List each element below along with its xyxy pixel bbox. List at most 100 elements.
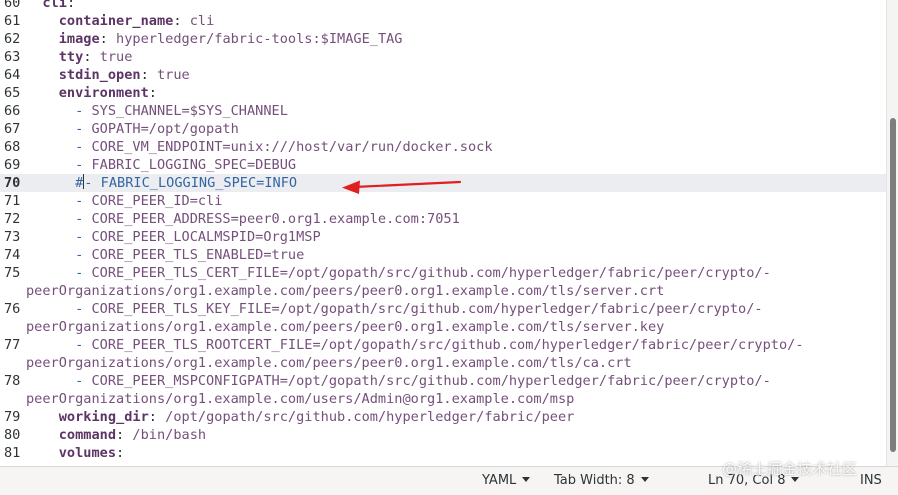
tab-width-label: Tab Width: 8	[554, 473, 635, 488]
code-line-65[interactable]: 65 environment:	[0, 84, 886, 102]
watermark: @稀土掘金技术社区	[722, 460, 858, 478]
line-content: - CORE_PEER_ID=cli	[26, 192, 222, 210]
code-line-78[interactable]: 78 - CORE_PEER_MSPCONFIGPATH=/opt/gopath…	[0, 372, 886, 390]
token-item: CORE_PEER_TLS_CERT_FILE=/opt/gopath/src/…	[91, 265, 771, 281]
token-val: /opt/gopath/src/github.com/hyperledger/f…	[165, 409, 575, 425]
token-key: command	[58, 427, 117, 443]
token-dash: -	[75, 139, 92, 155]
tab-width-selector[interactable]: Tab Width: 8	[554, 473, 649, 488]
token-dash: -	[75, 373, 92, 389]
code-line-67[interactable]: 67 - GOPATH=/opt/gopath	[0, 120, 886, 138]
line-content: peerOrganizations/org1.example.com/peers…	[26, 282, 664, 300]
code-line-66[interactable]: 66 - SYS_CHANNEL=$SYS_CHANNEL	[0, 102, 886, 120]
code-line-74[interactable]: 74 - CORE_PEER_TLS_ENABLED=true	[0, 246, 886, 264]
code-line-wrap[interactable]: peerOrganizations/org1.example.com/users…	[0, 390, 886, 408]
line-content: environment:	[26, 84, 157, 102]
code-line-69[interactable]: 69 - FABRIC_LOGGING_SPEC=DEBUG	[0, 156, 886, 174]
token-item: CORE_PEER_TLS_ENABLED=true	[91, 247, 305, 263]
line-content: peerOrganizations/org1.example.com/peers…	[26, 354, 632, 372]
line-content: volumes:	[26, 444, 124, 462]
line-content: tty: true	[26, 48, 133, 66]
token-plain: :	[173, 13, 190, 29]
line-content: stdin_open: true	[26, 66, 190, 84]
code-line-68[interactable]: 68 - CORE_VM_ENDPOINT=unix:///host/var/r…	[0, 138, 886, 156]
code-line-80[interactable]: 80 command: /bin/bash	[0, 426, 886, 444]
code-line-61[interactable]: 61 container_name: cli	[0, 12, 886, 30]
token-dash: -	[75, 193, 92, 209]
token-dash: -	[75, 211, 92, 227]
text-editor[interactable]: 60 cli: 61 container_name: cli 62 image: h…	[0, 0, 886, 466]
language-selector[interactable]: YAML	[482, 473, 531, 488]
token-val: hyperledger/fabric-tools:$IMAGE_TAG	[116, 31, 403, 47]
token-hash: FABRIC_LOGGING_SPEC=INFO	[100, 175, 298, 191]
token-dash: -	[84, 175, 101, 191]
code-line-76[interactable]: 76 - CORE_PEER_TLS_KEY_FILE=/opt/gopath/…	[0, 300, 886, 318]
code-line-63[interactable]: 63 tty: true	[0, 48, 886, 66]
line-content: container_name: cli	[26, 12, 215, 30]
code-line-75[interactable]: 75 - CORE_PEER_TLS_CERT_FILE=/opt/gopath…	[0, 264, 886, 282]
token-item: CORE_PEER_TLS_ROOTCERT_FILE=/opt/gopath/…	[91, 337, 804, 353]
token-val: cli	[189, 13, 215, 29]
token-item: GOPATH=/opt/gopath	[91, 121, 239, 137]
token-item: CORE_VM_ENDPOINT=unix:///host/var/run/do…	[91, 139, 493, 155]
code-line-60[interactable]: 60 cli:	[0, 0, 886, 12]
token-val: /bin/bash	[132, 427, 207, 443]
line-content: working_dir: /opt/gopath/src/github.com/…	[26, 408, 575, 426]
code-line-wrap[interactable]: peerOrganizations/org1.example.com/peers…	[0, 354, 886, 372]
token-wrap: peerOrganizations/org1.example.com/peers…	[26, 355, 632, 371]
line-content: image: hyperledger/fabric-tools:$IMAGE_T…	[26, 30, 403, 48]
insert-mode-indicator: INS	[860, 473, 882, 488]
token-item: CORE_PEER_ID=cli	[91, 193, 223, 209]
line-content: - CORE_PEER_TLS_CERT_FILE=/opt/gopath/sr…	[26, 264, 771, 282]
code-line-79[interactable]: 79 working_dir: /opt/gopath/src/github.c…	[0, 408, 886, 426]
token-key: tty	[58, 49, 84, 65]
token-wrap: peerOrganizations/org1.example.com/peers…	[26, 283, 665, 299]
language-label: YAML	[482, 473, 517, 488]
token-plain: :	[99, 31, 117, 47]
code-line-64[interactable]: 64 stdin_open: true	[0, 66, 886, 84]
token-dash: -	[75, 247, 92, 263]
line-content: - CORE_PEER_TLS_ENABLED=true	[26, 246, 304, 264]
token-key: stdin_open	[58, 67, 141, 83]
vertical-scrollbar[interactable]	[886, 0, 898, 466]
token-plain: :	[116, 445, 125, 461]
token-dash: -	[75, 229, 92, 245]
line-content: #- FABRIC_LOGGING_SPEC=INFO	[26, 174, 297, 192]
token-item: CORE_PEER_TLS_KEY_FILE=/opt/gopath/src/g…	[91, 301, 763, 317]
line-content: command: /bin/bash	[26, 426, 206, 444]
token-key: working_dir	[58, 409, 149, 425]
token-item: FABRIC_LOGGING_SPEC=DEBUG	[91, 157, 297, 173]
code-lines: 60 cli: 61 container_name: cli 62 image: h…	[0, 0, 886, 462]
code-line-77[interactable]: 77 - CORE_PEER_TLS_ROOTCERT_FILE=/opt/go…	[0, 336, 886, 354]
token-key: cli	[42, 0, 67, 11]
code-line-wrap[interactable]: peerOrganizations/org1.example.com/peers…	[0, 282, 886, 300]
scrollbar-thumb[interactable]	[890, 118, 896, 452]
code-line-62[interactable]: 62 image: hyperledger/fabric-tools:$IMAG…	[0, 30, 886, 48]
token-key: environment	[58, 85, 149, 101]
code-line-wrap[interactable]: peerOrganizations/org1.example.com/peers…	[0, 318, 886, 336]
line-content: - CORE_PEER_TLS_ROOTCERT_FILE=/opt/gopat…	[26, 336, 804, 354]
token-wrap: peerOrganizations/org1.example.com/peers…	[26, 319, 665, 335]
token-plain: :	[148, 85, 157, 101]
token-key: container_name	[58, 13, 174, 29]
code-line-73[interactable]: 73 - CORE_PEER_LOCALMSPID=Org1MSP	[0, 228, 886, 246]
token-item: SYS_CHANNEL=$SYS_CHANNEL	[91, 103, 288, 119]
line-content: cli:	[26, 0, 75, 12]
token-key: volumes	[58, 445, 117, 461]
code-line-72[interactable]: 72 - CORE_PEER_ADDRESS=peer0.org1.exampl…	[0, 210, 886, 228]
line-content: peerOrganizations/org1.example.com/peers…	[26, 318, 664, 336]
